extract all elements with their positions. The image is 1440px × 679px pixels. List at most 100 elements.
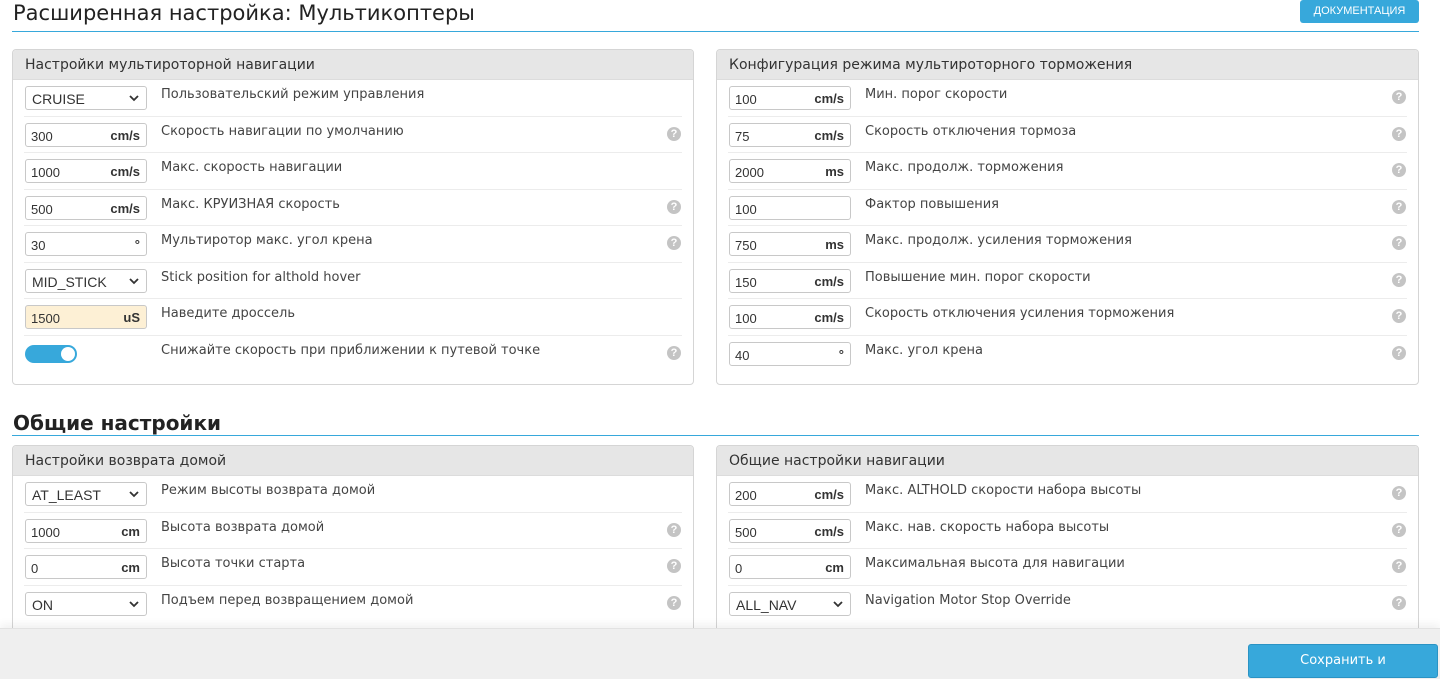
help-icon[interactable]: ? — [667, 522, 681, 537]
number-input[interactable]: 750 ms — [729, 232, 851, 256]
number-input[interactable]: 0 cm — [729, 555, 851, 579]
help-icon[interactable]: ? — [1392, 126, 1406, 141]
panel-rows: AT_LEAST Режим высоты возврата домой 1000 c… — [13, 476, 693, 622]
unit-label: cm — [121, 523, 140, 539]
setting-label: Макс. нав. скорость набора высоты — [865, 519, 1110, 535]
number-input[interactable]: 500 cm/s — [729, 518, 851, 543]
unit-label: cm — [825, 560, 844, 575]
setting-row: 40 ° Макс. угол крена? — [728, 336, 1407, 373]
number-input[interactable]: 1000 cm — [25, 518, 147, 543]
help-icon[interactable]: ? — [1392, 486, 1406, 500]
input-value: 2000 — [735, 165, 764, 180]
panel-rows: 200 cm/s Макс. ALTHOLD скорости набора выс… — [717, 476, 1418, 622]
number-input[interactable]: 200 cm/s — [729, 482, 851, 506]
chevron-down-icon — [129, 277, 139, 284]
panel-brake-config: Конфигурация режима мультироторного торм… — [716, 49, 1419, 385]
input-value: 75 — [735, 128, 750, 144]
number-input[interactable]: 2000 ms — [729, 159, 851, 183]
panel-rows: 100 cm/s Мин. порог скорости? 75 cm/s Скорост… — [717, 80, 1418, 372]
unit-label: cm/s — [814, 487, 844, 502]
help-icon[interactable]: ? — [667, 199, 681, 214]
dropdown-select[interactable]: ALL_NAV — [729, 591, 851, 616]
setting-label: Повышение мин. порог скорости — [865, 269, 1091, 285]
unit-label: ms — [825, 164, 844, 179]
help-icon[interactable]: ? — [1392, 236, 1406, 250]
help-icon[interactable]: ? — [1392, 272, 1406, 287]
help-icon[interactable]: ? — [1392, 90, 1406, 104]
number-input[interactable]: 0 cm — [25, 555, 147, 579]
unit-label: cm/s — [110, 164, 140, 179]
chevron-down-icon — [129, 491, 139, 498]
unit-label: cm/s — [814, 273, 844, 289]
panel-header: Настройки мультироторной навигации — [13, 50, 693, 80]
help-icon[interactable]: ? — [1392, 309, 1406, 323]
unit-label: cm/s — [814, 127, 844, 143]
setting-row: CRUISE Пользовательский режим управления — [24, 80, 682, 117]
dropdown-select[interactable]: ON — [25, 591, 147, 616]
setting-row: 750 ms Макс. продолж. усиления торможения? — [728, 226, 1407, 263]
select-value: ON — [32, 596, 53, 613]
toggle-knob — [61, 346, 75, 361]
help-icon[interactable]: ? — [1392, 163, 1406, 177]
number-input[interactable]: 300 cm/s — [25, 122, 147, 147]
setting-row: 30 ° Мультиротор макс. угол крена? — [24, 226, 682, 263]
help-icon[interactable]: ? — [1392, 559, 1406, 573]
unit-label: cm/s — [814, 91, 844, 106]
input-value: 750 — [735, 238, 757, 253]
setting-label: Макс. продолж. торможения — [865, 160, 1064, 175]
number-input[interactable]: 150 cm/s — [729, 268, 851, 293]
setting-label: Высота возврата домой — [161, 519, 325, 535]
setting-label: Максимальная высота для навигации — [865, 556, 1125, 571]
help-icon[interactable]: ? — [667, 126, 681, 141]
select-value: ALL_NAV — [736, 596, 797, 613]
setting-row: 500 cm/s Макс. нав. скорость набора высоты… — [728, 513, 1407, 549]
toggle-switch[interactable] — [25, 344, 77, 363]
chevron-down-icon — [129, 600, 139, 607]
number-input[interactable]: 1500 uS — [25, 305, 147, 329]
number-input[interactable]: 1000 cm/s — [25, 159, 147, 183]
unit-label: cm/s — [814, 310, 844, 325]
setting-row: 150 cm/s Повышение мин. порог скорости? — [728, 263, 1407, 299]
unit-label: cm/s — [110, 127, 140, 143]
select-value: MID_STICK — [32, 273, 107, 290]
save-and-reboot-button[interactable]: Сохранить и перезагрузить — [1248, 644, 1438, 678]
documentation-button[interactable]: ДОКУМЕНТАЦИЯ — [1300, 0, 1419, 23]
help-icon[interactable]: ? — [667, 345, 681, 360]
title-divider — [12, 31, 1419, 32]
help-icon[interactable]: ? — [667, 559, 681, 573]
help-icon[interactable]: ? — [667, 595, 681, 610]
number-input[interactable]: 75 cm/s — [729, 122, 851, 147]
number-input[interactable]: 100 cm/s — [729, 86, 851, 110]
help-icon[interactable]: ? — [1392, 345, 1406, 360]
input-value: 1000 — [31, 524, 60, 540]
setting-row: MID_STICK Stick position for althold hove… — [24, 263, 682, 299]
input-value: 500 — [735, 524, 757, 540]
dropdown-select[interactable]: CRUISE — [25, 86, 147, 110]
number-input[interactable]: 100 cm/s — [729, 305, 851, 329]
unit-label: cm/s — [110, 200, 140, 216]
help-icon[interactable]: ? — [1392, 199, 1406, 214]
setting-row: 1500 uS Наведите дроссель — [24, 299, 682, 336]
setting-label: Наведите дроссель — [161, 306, 295, 321]
setting-row: 0 cm Максимальная высота для навигации? — [728, 549, 1407, 586]
number-input[interactable]: 100 — [729, 195, 851, 220]
dropdown-select[interactable]: MID_STICK — [25, 268, 147, 293]
panel-header: Настройки возврата домой — [13, 446, 693, 476]
number-input[interactable]: 500 cm/s — [25, 195, 147, 220]
input-value: 100 — [735, 311, 757, 326]
help-icon[interactable]: ? — [1392, 595, 1406, 610]
panel-rows: CRUISE Пользовательский режим управления 3… — [13, 80, 693, 372]
setting-label: Мультиротор макс. угол крена — [161, 233, 373, 248]
setting-row: 0 cm Высота точки старта? — [24, 549, 682, 586]
setting-label: Скорость отключения тормоза — [865, 123, 1077, 139]
number-input[interactable]: 30 ° — [25, 232, 147, 256]
number-input[interactable]: 40 ° — [729, 341, 851, 366]
dropdown-select[interactable]: AT_LEAST — [25, 482, 147, 506]
input-value: 1000 — [31, 165, 60, 180]
input-value: 0 — [735, 561, 743, 576]
chevron-down-icon — [833, 600, 843, 607]
setting-row: 2000 ms Макс. продолж. торможения? — [728, 153, 1407, 190]
input-value: 1500 — [31, 311, 60, 326]
help-icon[interactable]: ? — [667, 236, 681, 250]
help-icon[interactable]: ? — [1392, 522, 1406, 537]
